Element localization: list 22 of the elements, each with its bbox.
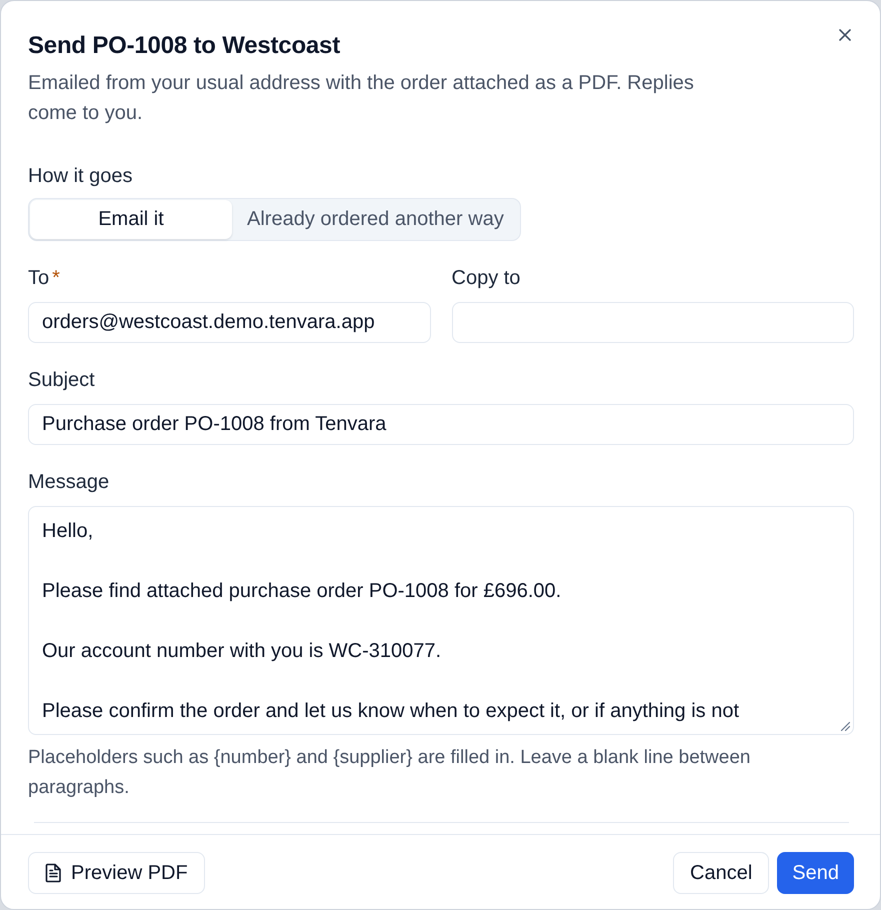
text-field[interactable]: Purchase order PO-1008 from Tenvara — [28, 404, 854, 445]
required-mark: * — [52, 267, 60, 289]
segment-tab[interactable]: Already ordered another way — [232, 200, 519, 239]
preview-button[interactable]: Preview PDF — [28, 852, 205, 894]
field-label: Subject — [28, 369, 95, 391]
dialog-description: Emailed from your usual address with the order attached as a PDF. Replies come to you. — [28, 71, 695, 126]
text-field[interactable] — [452, 302, 854, 343]
send-button[interactable]: Send — [777, 852, 854, 894]
close-button[interactable] — [837, 27, 853, 43]
close-icon — [839, 29, 851, 41]
help-text: Placeholders such as {number} and {supplier} are filled in. Leave a blank line between paragraphs. — [28, 746, 752, 800]
cancel-button[interactable]: Cancel — [673, 852, 770, 894]
dialog-title: Send PO-1008 to Westcoast — [28, 31, 341, 61]
text-field[interactable]: orders@westcoast.demo.tenvara.app — [28, 302, 430, 343]
document-icon — [45, 863, 62, 883]
message-field[interactable]: Hello, Please find attached purchase order PO-1008 for £696.00. Our account number with you is WC-310077. Please confirm the order and let us know when to expect it, or if anything is not — [28, 506, 854, 735]
resize-grip-icon[interactable] — [840, 721, 850, 731]
field-label: To — [28, 267, 50, 289]
field-label: Message — [28, 471, 110, 493]
field-label: How it goes — [28, 165, 132, 187]
field-label: Copy to — [452, 267, 520, 289]
segment-tab[interactable]: Email it — [30, 200, 232, 239]
